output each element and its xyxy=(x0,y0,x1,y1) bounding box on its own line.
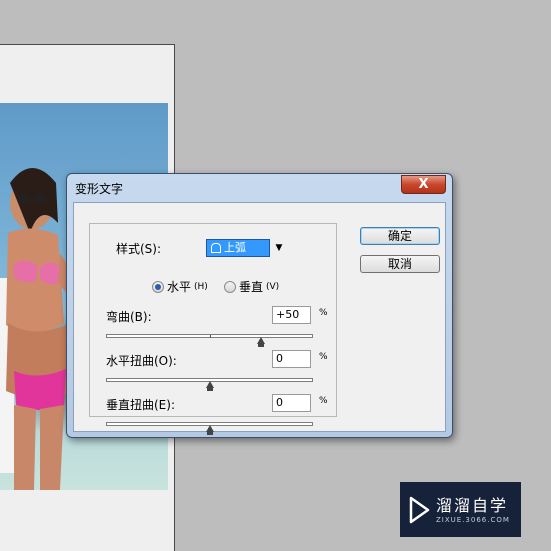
dialog-title: 变形文字 xyxy=(75,182,124,196)
bend-slider-thumb[interactable] xyxy=(256,337,265,347)
horizontal-radio[interactable]: 水平 (H) xyxy=(152,278,208,295)
slider-center-tick xyxy=(210,335,211,338)
v-distortion-slider-thumb[interactable] xyxy=(205,425,214,435)
h-distortion-unit: % xyxy=(319,352,328,362)
h-distortion-input[interactable]: 0 xyxy=(272,350,311,368)
warp-text-dialog: 变形文字 X 样式(S): 上弧 ▼ 水平 (H) 垂直 (V) 弯曲(B): xyxy=(66,173,453,438)
ok-button[interactable]: 确定 xyxy=(360,227,440,245)
v-distortion-input[interactable]: 0 xyxy=(272,394,311,412)
warp-options-group: 样式(S): 上弧 ▼ 水平 (H) 垂直 (V) 弯曲(B): +50 % 水… xyxy=(89,223,337,435)
h-distortion-slider-thumb[interactable] xyxy=(205,381,214,391)
v-distortion-unit: % xyxy=(319,396,328,406)
h-distortion-label: 水平扭曲(O): xyxy=(106,354,177,368)
bend-input[interactable]: +50 xyxy=(272,306,311,324)
cancel-button[interactable]: 取消 xyxy=(360,255,440,273)
style-dropdown[interactable]: 上弧 xyxy=(206,239,270,257)
watermark-text: 溜溜自学 ZIXUE.3066.COM xyxy=(436,496,510,524)
bend-slider[interactable] xyxy=(106,334,313,347)
watermark-url: ZIXUE.3066.COM xyxy=(436,515,510,524)
close-button[interactable]: X xyxy=(401,175,446,194)
horizontal-label: 水平 xyxy=(167,280,192,294)
vertical-label: 垂直 xyxy=(239,280,264,294)
bend-unit: % xyxy=(319,308,328,318)
arc-upper-icon xyxy=(211,243,221,253)
radio-indicator-horizontal xyxy=(152,280,164,293)
chevron-down-icon[interactable]: ▼ xyxy=(272,240,286,256)
close-icon: X xyxy=(418,177,429,192)
vertical-radio[interactable]: 垂直 (V) xyxy=(224,278,279,295)
v-distortion-label: 垂直扭曲(E): xyxy=(106,398,175,412)
dialog-body: 样式(S): 上弧 ▼ 水平 (H) 垂直 (V) 弯曲(B): +50 % 水… xyxy=(73,202,446,435)
v-distortion-slider[interactable] xyxy=(106,422,313,435)
vertical-shortcut: (V) xyxy=(266,281,280,292)
watermark-brand: 溜溜自学 xyxy=(436,495,509,515)
style-value: 上弧 xyxy=(224,241,246,254)
h-distortion-slider[interactable] xyxy=(106,378,313,391)
bend-label: 弯曲(B): xyxy=(106,310,152,324)
horizontal-shortcut: (H) xyxy=(194,281,208,292)
radio-indicator-vertical xyxy=(224,280,236,293)
style-label: 样式(S): xyxy=(116,242,162,256)
watermark: 溜溜自学 ZIXUE.3066.COM xyxy=(400,482,521,537)
play-logo-icon xyxy=(409,496,430,523)
